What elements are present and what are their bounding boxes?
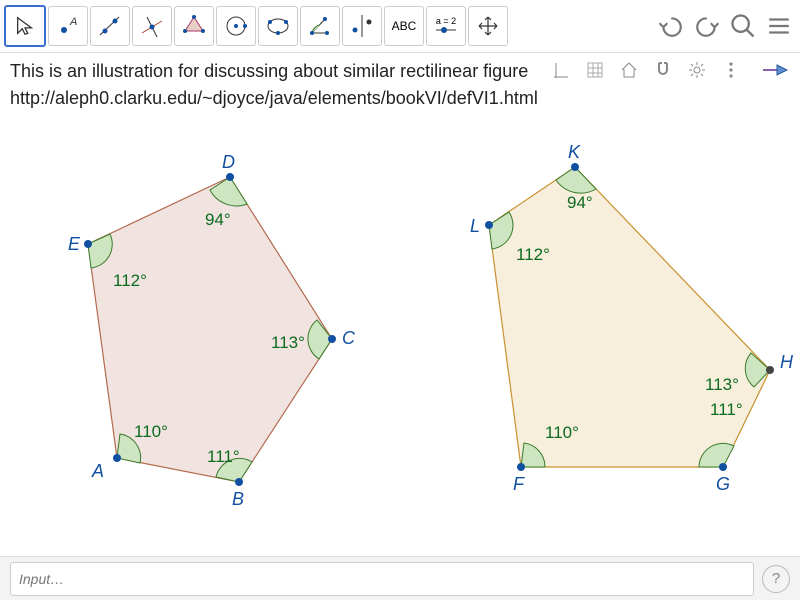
undo-button[interactable] <box>654 9 688 43</box>
label-E: E <box>68 234 81 254</box>
label-H: H <box>780 352 794 372</box>
label-D: D <box>222 152 235 172</box>
label-G: G <box>716 474 730 494</box>
angle-label-F: 110° <box>545 423 579 442</box>
label-K: K <box>568 142 581 162</box>
svg-text:A: A <box>69 16 77 28</box>
tool-slider[interactable]: a = 2 <box>426 6 466 46</box>
help-button[interactable]: ? <box>762 565 790 593</box>
angle-label-H1: 113° <box>705 375 739 394</box>
label-B: B <box>232 489 244 509</box>
tool-point[interactable]: A <box>48 6 88 46</box>
input-bar: ? <box>0 556 800 600</box>
angle-label-B: 111° <box>207 447 240 466</box>
angle-label-L: 112° <box>516 245 550 264</box>
angle-label-K: 94° <box>567 193 593 212</box>
tool-angle[interactable] <box>300 6 340 46</box>
pentagon-2[interactable] <box>489 167 770 467</box>
angle-label-C: 113° <box>271 333 305 352</box>
redo-button[interactable] <box>690 9 724 43</box>
algebra-input[interactable] <box>10 562 754 596</box>
angle-label-D: 94° <box>205 210 231 229</box>
tool-move[interactable] <box>4 5 46 47</box>
main-toolbar: A ABC a = 2 <box>0 0 800 53</box>
label-C: C <box>342 328 356 348</box>
menu-button[interactable] <box>762 9 796 43</box>
tool-conic[interactable] <box>258 6 298 46</box>
angle-label-H2: 111° <box>710 400 743 419</box>
angle-label-E: 112° <box>113 271 147 290</box>
label-F: F <box>513 474 525 494</box>
tool-reflect[interactable] <box>342 6 382 46</box>
tool-circle[interactable] <box>216 6 256 46</box>
angle-label-A: 110° <box>134 422 168 441</box>
tool-translate[interactable] <box>468 6 508 46</box>
tool-line[interactable] <box>90 6 130 46</box>
label-A: A <box>91 461 104 481</box>
label-L: L <box>470 216 480 236</box>
tool-text[interactable]: ABC <box>384 6 424 46</box>
tool-polygon[interactable] <box>174 6 214 46</box>
tool-perpendicular[interactable] <box>132 6 172 46</box>
search-button[interactable] <box>726 9 760 43</box>
geometry-canvas[interactable]: A B C D E F G H K L 94° 112° 113° 110° 1… <box>0 50 800 545</box>
